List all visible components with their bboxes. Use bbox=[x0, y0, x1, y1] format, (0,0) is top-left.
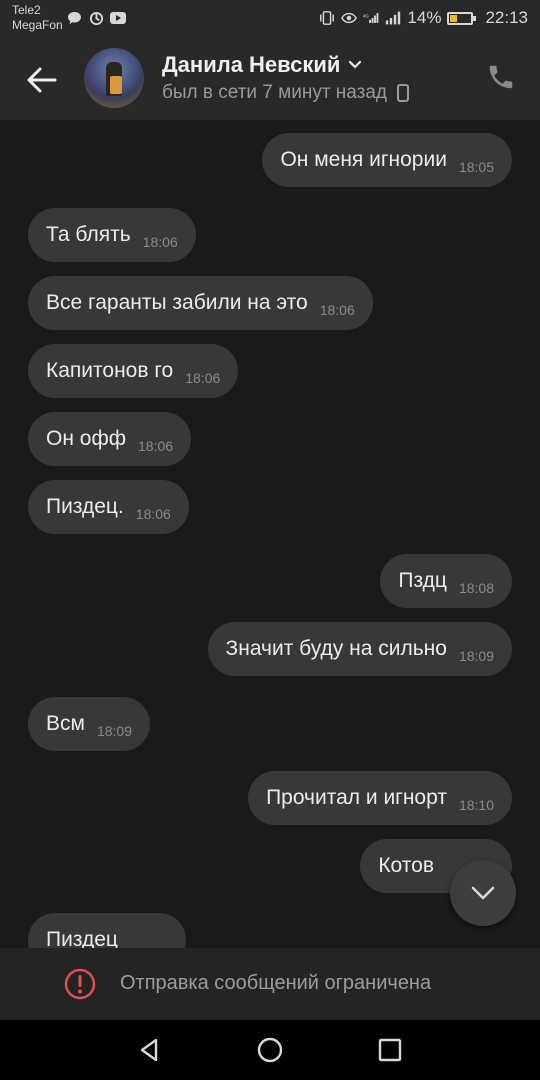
svg-text:4G: 4G bbox=[363, 13, 369, 18]
message-bubble-incoming[interactable]: Все гаранты забили на это 18:06 bbox=[28, 276, 373, 330]
message-list[interactable]: Он меня игнории 18:05 Та блять 18:06 Все… bbox=[0, 120, 540, 948]
message-bubble-outgoing[interactable]: Пздц 18:08 bbox=[380, 554, 512, 608]
square-recents-icon bbox=[378, 1038, 402, 1062]
message-time: 18:10 bbox=[458, 797, 494, 813]
arrow-left-icon bbox=[27, 67, 57, 93]
back-button[interactable] bbox=[22, 60, 62, 100]
message-text: Значит буду на сильно bbox=[225, 637, 447, 660]
alert-icon bbox=[64, 968, 96, 1000]
circle-home-icon bbox=[257, 1037, 283, 1063]
messaging-restricted-banner: Отправка сообщений ограничена bbox=[0, 948, 540, 1020]
message-text: Всм bbox=[46, 712, 85, 735]
triangle-back-icon bbox=[140, 1038, 158, 1062]
chat-bubble-icon bbox=[66, 10, 82, 26]
message-bubble-incoming[interactable]: Та блять 18:06 bbox=[28, 208, 196, 262]
restriction-label: Отправка сообщений ограничена bbox=[120, 972, 432, 994]
message-text: Он меня игнории bbox=[280, 148, 447, 171]
message-time: 18:06 bbox=[135, 506, 171, 522]
message-text: Пздц bbox=[398, 569, 447, 592]
scroll-to-bottom-button[interactable] bbox=[450, 860, 516, 926]
message-time: 18:06 bbox=[142, 234, 178, 250]
sync-icon bbox=[88, 10, 104, 26]
message-text: Он офф bbox=[46, 427, 127, 450]
message-time: 18:09 bbox=[96, 723, 132, 739]
message-bubble-outgoing[interactable]: Значит буду на сильно 18:09 bbox=[207, 622, 512, 676]
message-text: Та блять bbox=[46, 223, 131, 246]
message-time: 18:05 bbox=[458, 159, 494, 175]
message-time: 18:06 bbox=[185, 370, 221, 386]
message-text: Все гаранты забили на это bbox=[46, 291, 308, 314]
carrier-1: Tele2 bbox=[12, 3, 41, 17]
message-bubble-outgoing[interactable]: Прочитал и игнорт 18:10 bbox=[248, 771, 512, 825]
system-navigation-bar bbox=[0, 1020, 540, 1080]
message-time: 18:08 bbox=[458, 580, 494, 596]
message-text: Капитонов го bbox=[46, 359, 174, 382]
system-status: 4G 14% 22:13 bbox=[319, 8, 528, 28]
message-time: 18:09 bbox=[458, 648, 494, 664]
message-text: Пиздец. bbox=[46, 495, 124, 518]
last-seen-status: был в сети 7 минут назад bbox=[162, 82, 410, 104]
last-seen-text: был в сети 7 минут назад bbox=[162, 82, 388, 103]
signal-4g-icon: 4G bbox=[363, 10, 379, 26]
chevron-down-icon bbox=[349, 60, 362, 69]
message-time: 18:06 bbox=[138, 438, 174, 454]
message-text: Котов bbox=[378, 854, 434, 877]
message-bubble-incoming[interactable]: Всм 18:09 bbox=[28, 697, 150, 751]
carrier-info: Tele2 MegaFon bbox=[12, 3, 63, 33]
contact-name: Данила Невский bbox=[162, 52, 341, 77]
mobile-device-icon bbox=[397, 84, 410, 102]
eye-comfort-icon bbox=[341, 10, 358, 26]
nav-home-button[interactable] bbox=[256, 1036, 284, 1064]
chat-header: Данила Невский был в сети 7 минут назад bbox=[0, 38, 540, 120]
signal-strength-icon bbox=[385, 10, 401, 26]
nav-back-button[interactable] bbox=[136, 1036, 164, 1064]
battery-icon bbox=[447, 11, 477, 25]
vibrate-icon bbox=[319, 10, 335, 26]
notification-icons bbox=[66, 10, 126, 26]
carrier-2: MegaFon bbox=[12, 18, 63, 32]
phone-icon bbox=[489, 65, 513, 89]
message-text: Прочитал и игнорт bbox=[266, 786, 447, 809]
avatar[interactable] bbox=[84, 48, 144, 108]
battery-fill bbox=[450, 14, 458, 22]
message-bubble-incoming[interactable]: Пиздец. 18:06 bbox=[28, 480, 189, 534]
message-bubble-outgoing[interactable]: Он меня игнории 18:05 bbox=[262, 133, 512, 187]
status-bar: Tele2 MegaFon 4G 14% 22:13 bbox=[0, 0, 540, 38]
battery-percent: 14% bbox=[407, 8, 442, 27]
message-time: 18:06 bbox=[319, 302, 355, 318]
nav-recents-button[interactable] bbox=[376, 1036, 404, 1064]
chevron-down-icon bbox=[471, 886, 495, 900]
message-bubble-incoming[interactable]: Капитонов го 18:06 bbox=[28, 344, 239, 398]
message-text: Пиздец bbox=[46, 928, 118, 948]
message-bubble-incoming[interactable]: Он офф 18:06 bbox=[28, 412, 192, 466]
youtube-icon bbox=[110, 10, 126, 26]
clock: 22:13 bbox=[485, 8, 528, 27]
message-bubble-incoming[interactable]: Пиздец bbox=[28, 913, 186, 948]
contact-name-button[interactable]: Данила Невский bbox=[162, 52, 362, 78]
call-button[interactable] bbox=[486, 62, 518, 94]
